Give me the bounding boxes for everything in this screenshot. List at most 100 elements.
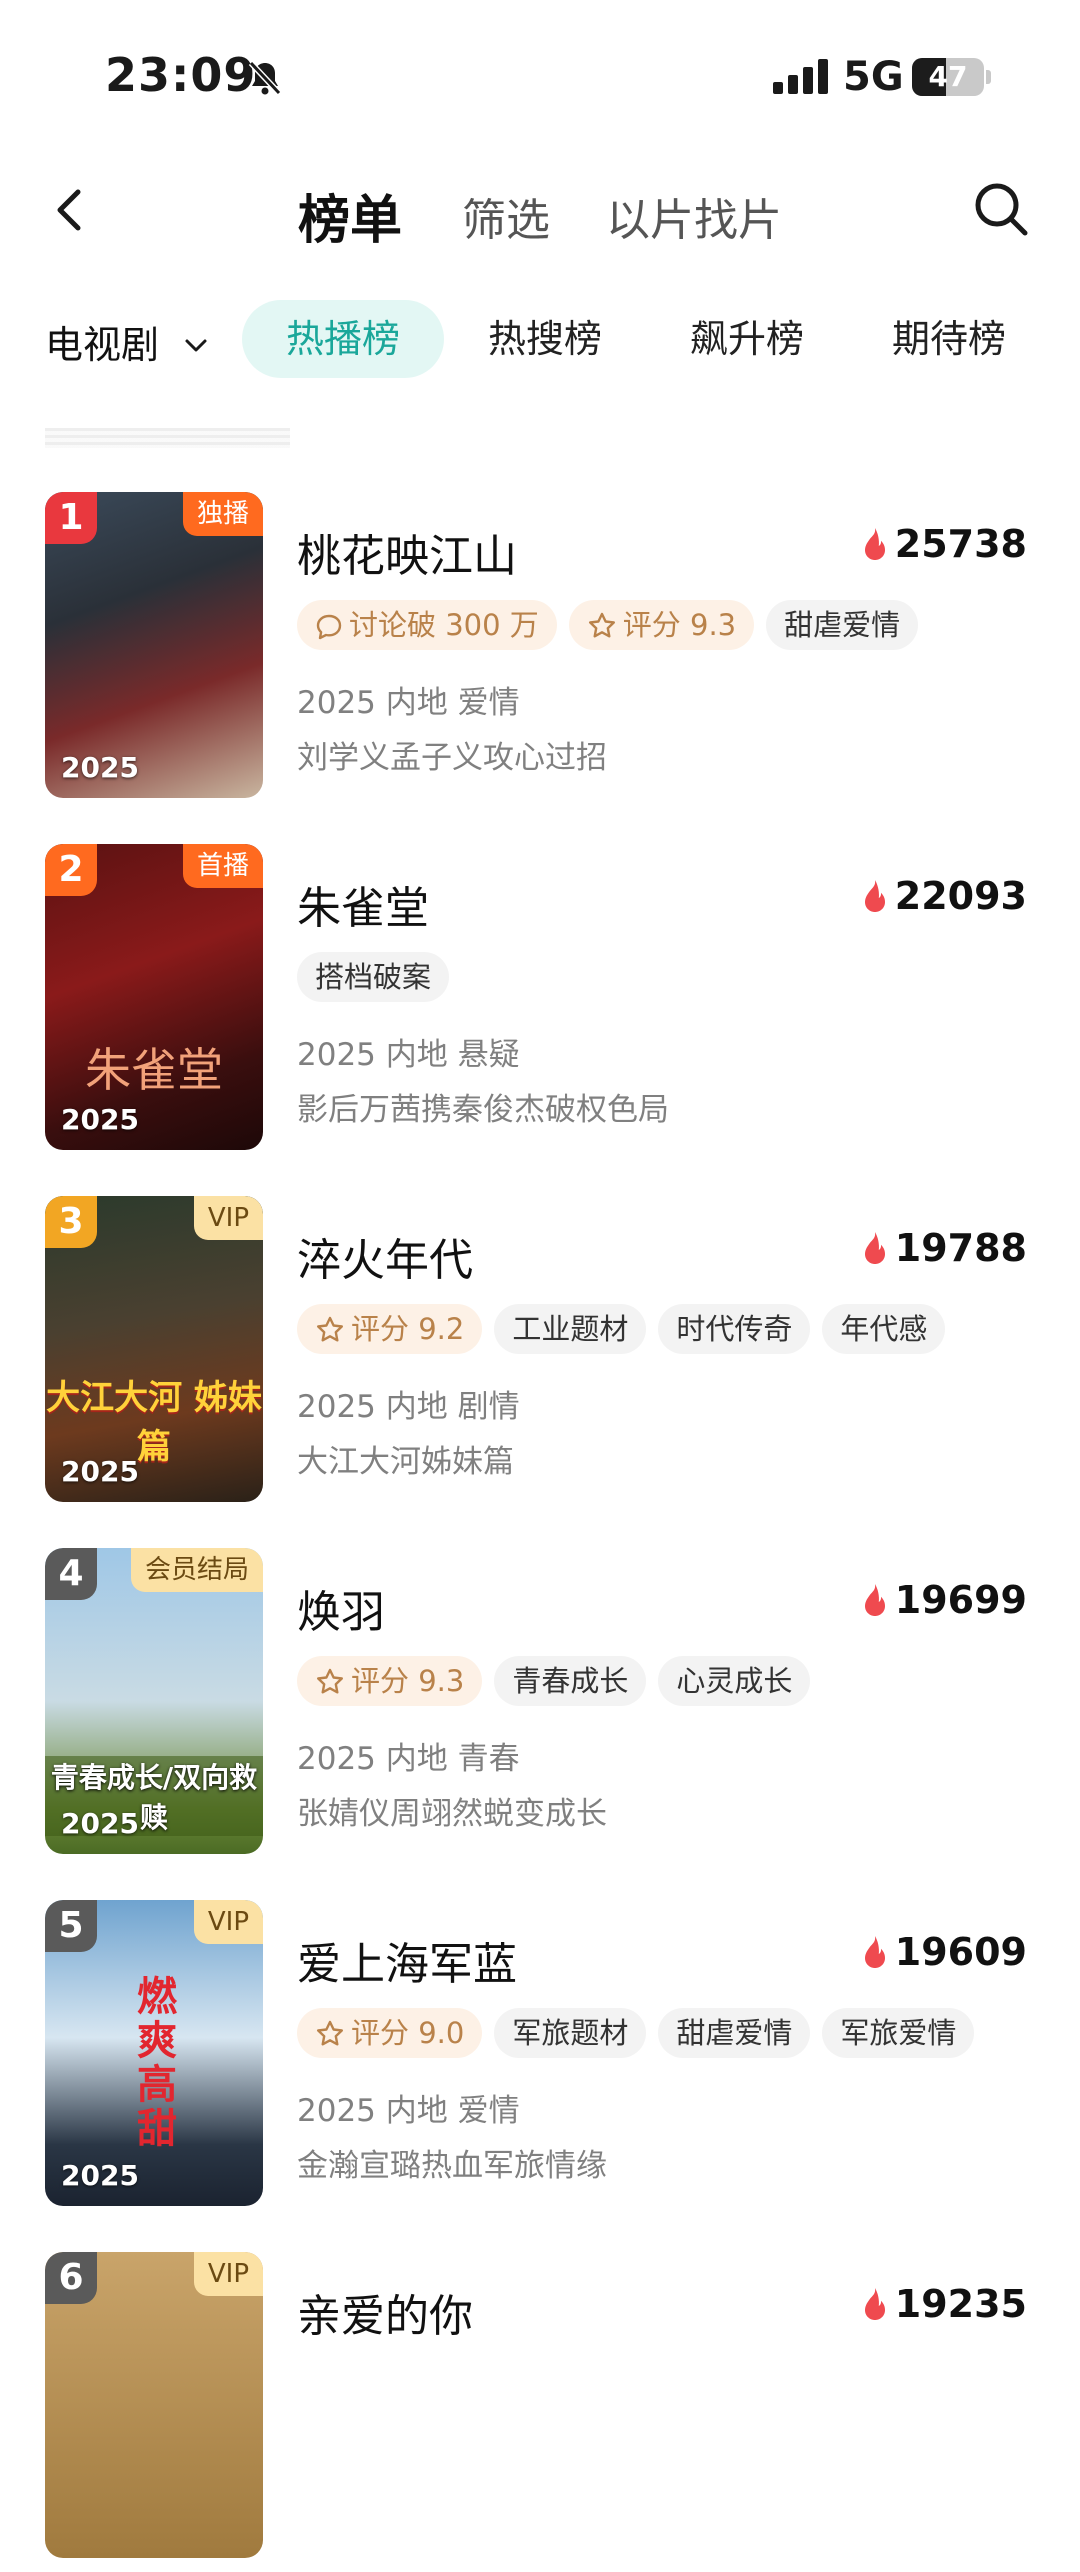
item-meta: 2025 内地 爱情 bbox=[297, 2093, 520, 2129]
heat-value: 19235 bbox=[894, 2282, 1027, 2326]
list-item[interactable]: 1 独播 2025 桃花映江山 25738 讨论破 300 万 评分 9.3 甜虐爱情 2025… bbox=[0, 492, 1080, 812]
status-time: 23:09 bbox=[105, 48, 257, 102]
rank-badge: 4 bbox=[45, 1548, 97, 1600]
rank-badge: 5 bbox=[45, 1900, 97, 1952]
item-description: 金瀚宣璐热血军旅情缘 bbox=[297, 2148, 607, 2184]
poster-year: 2025 bbox=[61, 1807, 139, 1840]
category-dropdown[interactable]: 电视剧 bbox=[45, 314, 211, 370]
battery-cap bbox=[986, 70, 991, 84]
tag: 评分 9.2 bbox=[297, 1304, 483, 1354]
poster-image[interactable]: 燃爽高甜 5 VIP 2025 bbox=[45, 1900, 263, 2206]
status-badge: VIP bbox=[193, 2252, 263, 2296]
poster-image[interactable]: 1 独播 2025 bbox=[45, 492, 263, 798]
tag: 评分 9.0 bbox=[297, 2008, 483, 2058]
cellular-signal-icon bbox=[773, 58, 833, 98]
tag-label: 军旅爱情 bbox=[840, 2016, 957, 2050]
tag-row: 评分 9.3 青春成长 心灵成长 bbox=[297, 1656, 822, 1706]
show-title[interactable]: 焕羽 bbox=[297, 1576, 385, 1640]
tab-hot-search[interactable]: 热搜榜 bbox=[444, 300, 646, 378]
list-item[interactable]: 朱雀堂 2 首播 2025 朱雀堂 22093 搭档破案 2025 内地 悬疑 影后万茜携秦俊杰… bbox=[0, 844, 1080, 1164]
tab-ranking[interactable]: 榜单 bbox=[298, 178, 402, 253]
status-badge: 独播 bbox=[182, 492, 263, 536]
heat-score: 19788 bbox=[861, 1226, 1027, 1274]
item-meta: 2025 内地 悬疑 bbox=[297, 1037, 520, 1073]
poster-year: 2025 bbox=[61, 751, 139, 784]
item-description: 张婧仪周翊然蜕变成长 bbox=[297, 1796, 607, 1832]
tag-label: 年代感 bbox=[840, 1312, 928, 1346]
heat-score: 19235 bbox=[861, 2282, 1027, 2330]
item-meta: 2025 内地 青春 bbox=[297, 1741, 520, 1777]
tag: 军旅爱情 bbox=[822, 2008, 975, 2058]
tab-find-by-clip[interactable]: 以片找片 bbox=[606, 184, 782, 248]
item-meta: 2025 内地 爱情 bbox=[297, 685, 520, 721]
rank-badge: 3 bbox=[45, 1196, 97, 1248]
heat-value: 22093 bbox=[894, 874, 1027, 918]
star-icon bbox=[317, 1316, 343, 1342]
tag-label: 评分 9.2 bbox=[351, 1312, 465, 1346]
rank-badge: 6 bbox=[45, 2252, 97, 2304]
tag: 评分 9.3 bbox=[568, 600, 755, 650]
item-description: 大江大河姊妹篇 bbox=[297, 1444, 514, 1480]
flame-icon bbox=[861, 1934, 889, 1978]
poster-image[interactable]: 朱雀堂 2 首播 2025 bbox=[45, 844, 263, 1150]
tag-row: 搭档破案 bbox=[297, 952, 461, 1002]
tag-row: 评分 9.2 工业题材 时代传奇 年代感 bbox=[297, 1304, 957, 1354]
status-badge: VIP bbox=[193, 1900, 263, 1944]
tag-row: 评分 9.0 军旅题材 甜虐爱情 军旅爱情 bbox=[297, 2008, 986, 2058]
ranking-tabs: 电视剧 热播榜 热搜榜 飙升榜 期待榜 bbox=[0, 300, 1080, 380]
tag: 军旅题材 bbox=[494, 2008, 647, 2058]
list-item[interactable]: 燃爽高甜 5 VIP 2025 爱上海军蓝 19609 评分 9.0 军旅题材 甜虐爱情 军旅爱情… bbox=[0, 1900, 1080, 2220]
tag: 年代感 bbox=[822, 1304, 946, 1354]
tab-rising[interactable]: 飙升榜 bbox=[646, 300, 848, 378]
flame-icon bbox=[861, 878, 889, 922]
heat-value: 25738 bbox=[894, 522, 1027, 566]
poster-image[interactable]: 6 VIP bbox=[45, 2252, 263, 2558]
status-badge: 首播 bbox=[182, 844, 263, 888]
show-title[interactable]: 亲爱的你 bbox=[297, 2280, 473, 2344]
tab-anticipated[interactable]: 期待榜 bbox=[848, 300, 1050, 378]
flame-icon bbox=[861, 1230, 889, 1274]
tag: 心灵成长 bbox=[658, 1656, 811, 1706]
list-item[interactable]: 青春成长/双向救赎 4 会员结局 2025 焕羽 19699 评分 9.3 青春成长 心灵成长 2… bbox=[0, 1548, 1080, 1868]
search-button[interactable] bbox=[970, 178, 1032, 240]
poster-caption: 朱雀堂 bbox=[85, 1043, 223, 1097]
show-title[interactable]: 朱雀堂 bbox=[297, 872, 429, 936]
tag-label: 评分 9.3 bbox=[351, 1664, 465, 1698]
flame-icon bbox=[861, 1582, 889, 1626]
poster-year: 2025 bbox=[61, 1103, 139, 1136]
category-label: 电视剧 bbox=[45, 323, 160, 367]
search-icon bbox=[975, 183, 1028, 236]
poster-image[interactable]: 青春成长/双向救赎 4 会员结局 2025 bbox=[45, 1548, 263, 1854]
top-nav: 榜单 筛选 以片找片 bbox=[0, 160, 1080, 260]
tag: 搭档破案 bbox=[297, 952, 450, 1002]
show-title[interactable]: 淬火年代 bbox=[297, 1224, 473, 1288]
tag: 工业题材 bbox=[494, 1304, 647, 1354]
heat-value: 19788 bbox=[894, 1226, 1027, 1270]
star-icon bbox=[317, 1668, 343, 1694]
battery-icon: 47 bbox=[912, 58, 984, 96]
show-title[interactable]: 桃花映江山 bbox=[297, 520, 517, 584]
status-badge: VIP bbox=[193, 1196, 263, 1240]
flame-icon bbox=[861, 2286, 889, 2330]
tag: 甜虐爱情 bbox=[658, 2008, 811, 2058]
status-bar: 23:09 5G 47 bbox=[0, 0, 1080, 130]
list-item[interactable]: 大江大河 姊妹篇 3 VIP 2025 淬火年代 19788 评分 9.2 工业题材 时代传奇 年… bbox=[0, 1196, 1080, 1516]
back-button[interactable] bbox=[42, 180, 102, 240]
item-description: 影后万茜携秦俊杰破权色局 bbox=[297, 1092, 669, 1128]
poster-image[interactable]: 大江大河 姊妹篇 3 VIP 2025 bbox=[45, 1196, 263, 1502]
tag-label: 军旅题材 bbox=[512, 2016, 629, 2050]
tag: 青春成长 bbox=[494, 1656, 647, 1706]
rank-badge: 1 bbox=[45, 492, 97, 544]
star-icon bbox=[588, 612, 615, 638]
poster-caption: 燃爽高甜 bbox=[137, 1974, 177, 2152]
tab-hot-play[interactable]: 热播榜 bbox=[242, 300, 445, 378]
list-item[interactable]: 6 VIP 亲爱的你 19235 bbox=[0, 2252, 1080, 2572]
tab-filter[interactable]: 筛选 bbox=[462, 184, 550, 248]
item-description: 刘学义孟子义攻心过招 bbox=[297, 740, 607, 776]
tag-label: 甜虐爱情 bbox=[676, 2016, 793, 2050]
tag-row: 讨论破 300 万 评分 9.3 甜虐爱情 bbox=[297, 600, 930, 650]
tag-label: 心灵成长 bbox=[676, 1664, 793, 1698]
tag-label: 甜虐爱情 bbox=[784, 608, 901, 642]
divider bbox=[45, 428, 290, 448]
show-title[interactable]: 爱上海军蓝 bbox=[297, 1928, 517, 1992]
